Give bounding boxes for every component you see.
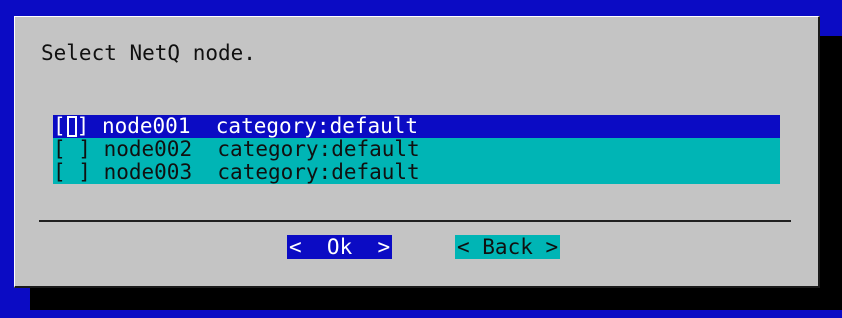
node-category: category:default — [217, 137, 420, 161]
back-button[interactable]: < Back > — [455, 235, 561, 259]
ok-button[interactable]: < Ok > — [287, 235, 393, 259]
node-name: node001 — [101, 114, 191, 138]
list-item-node001[interactable]: [] node001 category:default — [53, 115, 780, 138]
list-item-node002[interactable]: [ ] node002 category:default — [53, 138, 780, 161]
node-category: category:default — [215, 114, 419, 138]
node-list: [] node001 category:default [ ] node002 … — [53, 115, 780, 184]
checkbox[interactable]: [ ] — [53, 138, 91, 161]
checkbox[interactable]: [] — [53, 115, 89, 138]
node-select-dialog: Select NetQ node. [] node001 category:de… — [14, 16, 820, 288]
node-name: node002 — [103, 137, 193, 161]
button-divider — [39, 220, 791, 222]
cursor-block — [66, 116, 77, 137]
checkbox[interactable]: [ ] — [53, 161, 91, 184]
node-category: category:default — [217, 160, 420, 184]
list-item-node003[interactable]: [ ] node003 category:default — [53, 161, 780, 184]
dialog-prompt: Select NetQ node. — [41, 41, 256, 65]
node-name: node003 — [103, 160, 193, 184]
